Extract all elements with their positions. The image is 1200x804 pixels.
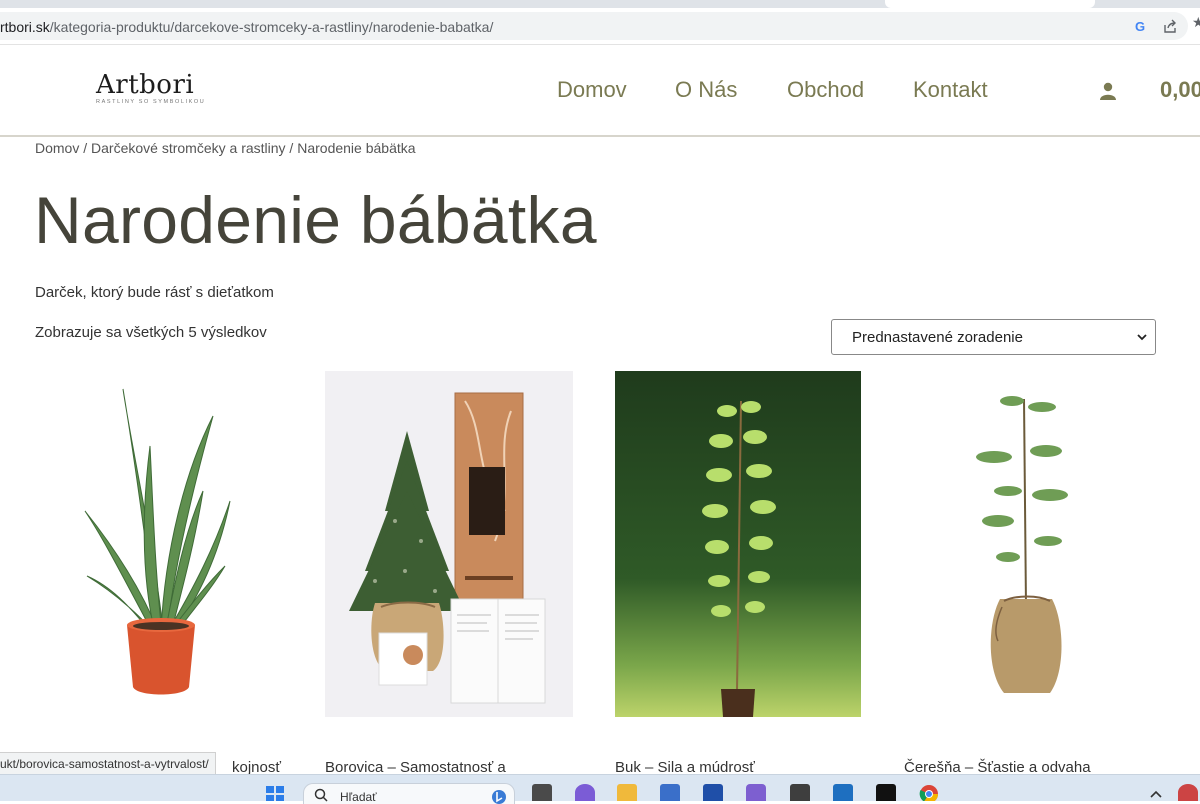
result-count: Zobrazuje sa všetkých 5 výsledkov <box>35 324 267 341</box>
app-icon[interactable] <box>703 784 723 801</box>
breadcrumb: Domov / Darčekové stromčeky a rastliny /… <box>35 140 416 156</box>
chevron-up-icon[interactable] <box>1150 789 1162 799</box>
chrome-icon[interactable] <box>919 784 939 801</box>
file-explorer-icon[interactable] <box>617 784 637 801</box>
pine-gift-box-image <box>325 371 573 717</box>
windows-taskbar: Hľadať <box>0 774 1200 804</box>
browser-tabstrip <box>0 0 1200 8</box>
category-description: Darček, ktorý bude rásť s dieťatkom <box>35 284 274 301</box>
breadcrumb-current: Narodenie bábätka <box>297 140 416 156</box>
site-logo[interactable]: Artbori RASTLINY SO SYMBOLIKOU <box>96 71 206 105</box>
logo-tagline: RASTLINY SO SYMBOLIKOU <box>96 99 206 105</box>
account-user-icon[interactable] <box>1098 81 1118 101</box>
browser-active-tab[interactable] <box>885 0 1095 8</box>
url-host: rtbori.sk <box>0 19 50 35</box>
breadcrumb-category[interactable]: Darčekové stromčeky a rastliny <box>91 140 286 156</box>
breadcrumb-home[interactable]: Domov <box>35 140 79 156</box>
share-icon[interactable] <box>1162 19 1178 35</box>
taskbar-search-label: Hľadať <box>340 790 377 804</box>
url-path: /kategoria-produktu/darcekove-stromceky-… <box>49 19 494 35</box>
orderby-select[interactable]: Prednastavené zoradenie <box>831 319 1156 355</box>
cherry-seedling-image <box>904 371 1150 717</box>
cart-total[interactable]: 0,00 <box>1160 77 1200 103</box>
product-image-borovica[interactable] <box>325 371 573 717</box>
google-lens-icon[interactable]: G <box>1133 20 1147 34</box>
status-bar-link-preview: ukt/borovica-samostatnost-a-vytrvalost/ <box>0 752 216 776</box>
browser-toolbar: rtbori.sk/kategoria-produktu/darcekove-s… <box>0 8 1200 45</box>
nav-item-o-nas[interactable]: O Nás <box>675 77 737 103</box>
adobe-icon[interactable] <box>876 784 896 801</box>
address-bar-url[interactable]: rtbori.sk/kategoria-produktu/darcekove-s… <box>0 19 493 35</box>
microsoft-store-icon[interactable] <box>660 784 680 801</box>
breadcrumb-separator: / <box>79 140 92 156</box>
breadcrumb-separator: / <box>285 140 298 156</box>
product-image-buk[interactable] <box>615 371 861 717</box>
bookmark-star-icon[interactable]: ★ <box>1192 14 1200 31</box>
address-bar[interactable]: rtbori.sk/kategoria-produktu/darcekove-s… <box>0 12 1188 40</box>
orderby-selected-value: Prednastavené zoradenie <box>852 329 1023 346</box>
teams-chat-icon[interactable] <box>575 784 595 801</box>
product-image-aloe[interactable] <box>35 371 285 717</box>
site-header: Artbori RASTLINY SO SYMBOLIKOU Domov O N… <box>0 45 1200 137</box>
tray-app-icon[interactable] <box>1178 784 1198 801</box>
chevron-down-icon <box>1137 334 1147 341</box>
taskbar-search[interactable]: Hľadať <box>303 783 515 804</box>
aloe-plant-image <box>35 371 285 717</box>
nav-item-kontakt[interactable]: Kontakt <box>913 77 988 103</box>
bing-icon <box>492 790 506 804</box>
task-view-icon[interactable] <box>532 784 552 801</box>
logo-wordmark: Artbori <box>96 70 195 100</box>
app-icon-m[interactable] <box>790 784 810 801</box>
nav-item-obchod[interactable]: Obchod <box>787 77 864 103</box>
page-title: Narodenie bábätka <box>34 183 597 257</box>
product-image-ceresna[interactable] <box>904 371 1150 717</box>
windows-start-icon[interactable] <box>265 784 285 801</box>
copilot-icon[interactable] <box>746 784 766 801</box>
mail-icon[interactable] <box>833 784 853 801</box>
nav-item-domov[interactable]: Domov <box>557 77 627 103</box>
beech-seedling-image <box>615 371 861 717</box>
